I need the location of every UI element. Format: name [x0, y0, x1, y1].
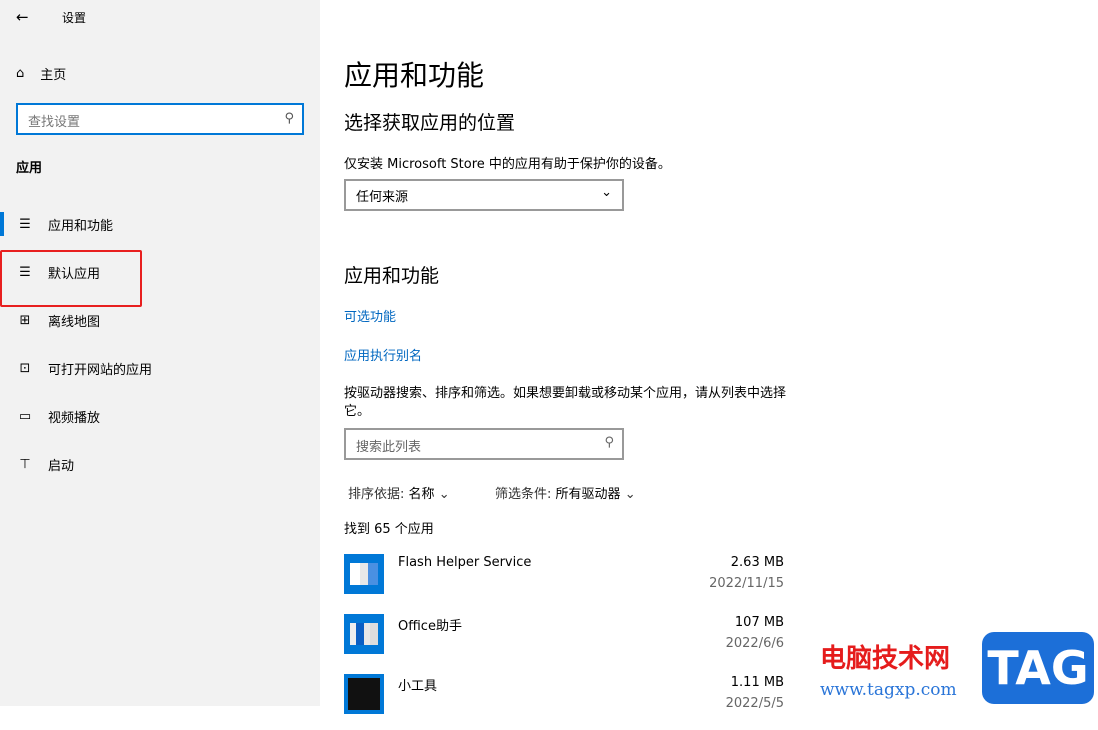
search-placeholder: 搜索此列表: [356, 440, 422, 455]
startup-icon: ⊤: [19, 456, 31, 472]
source-dropdown[interactable]: 任何来源 ⌄: [344, 179, 624, 211]
list-icon: ☰: [19, 216, 31, 232]
watermark-text: 电脑技术网: [820, 644, 951, 674]
optional-features-link[interactable]: 可选功能: [344, 306, 396, 325]
app-date: 2022/5/5: [725, 696, 784, 711]
app-name: Flash Helper Service: [398, 555, 532, 570]
sidebar-item-apps-for-websites[interactable]: ⊡ 可打开网站的应用: [0, 344, 320, 392]
apps-description: 按驱动器搜索、排序和筛选。如果想要卸载或移动某个应用，请从列表中选择它。: [344, 386, 787, 419]
sidebar-item-home[interactable]: ⌂ 主页: [16, 64, 66, 83]
watermark: 电脑技术网 www.tagxp.com TAG: [820, 632, 1098, 706]
app-size: 1.11 MB: [730, 675, 784, 690]
sidebar-item-startup[interactable]: ⊤ 启动: [0, 440, 320, 488]
sort-dropdown[interactable]: 排序依据: 名称 ⌄: [348, 483, 450, 502]
chevron-down-icon: ⌄: [438, 487, 450, 502]
nav-label: 启动: [48, 458, 75, 474]
home-icon: ⌂: [16, 66, 25, 81]
apps-heading: 应用和功能: [344, 265, 440, 287]
watermark-url: www.tagxp.com: [820, 680, 957, 700]
dropdown-value: 任何来源: [356, 190, 409, 205]
section-title: 应用: [16, 161, 43, 176]
video-icon: ▭: [18, 408, 32, 424]
nav-label: 离线地图: [48, 314, 101, 330]
filter-label: 筛选条件:: [495, 487, 552, 502]
sidebar: ← 设置 ⌂ 主页 查找设置 ⚲ 应用 ☰ 应用和功能 ☰ 默认应用 ⊞ 离线地图 ⊡ 可打…: [0, 0, 320, 706]
open-web-icon: ⊡: [19, 360, 31, 376]
sort-value: 名称: [408, 487, 435, 502]
nav-label: 可打开网站的应用: [48, 362, 153, 378]
app-list-item[interactable]: Flash Helper Service 2.63 MB 2022/11/15: [344, 554, 784, 610]
search-icon: ⚲: [284, 111, 294, 126]
app-list-item[interactable]: 小工具 1.11 MB 2022/5/5: [344, 674, 784, 730]
map-icon: ⊞: [19, 312, 31, 328]
app-size: 107 MB: [734, 615, 784, 630]
app-window-icon: [344, 614, 384, 654]
app-count: 找到 65 个应用: [344, 522, 434, 537]
sidebar-item-apps-features[interactable]: ☰ 应用和功能: [0, 200, 320, 248]
filter-value: 所有驱动器: [555, 487, 621, 502]
app-tool-icon: [344, 674, 384, 714]
chevron-down-icon: ⌄: [624, 487, 636, 502]
source-description: 仅安装 Microsoft Store 中的应用有助于保护你的设备。: [344, 157, 671, 172]
app-date: 2022/11/15: [709, 576, 784, 591]
back-button[interactable]: ←: [16, 8, 29, 26]
page-title: 应用和功能: [344, 59, 485, 92]
highlight-box: [0, 250, 142, 307]
app-search-input[interactable]: 搜索此列表 ⚲: [344, 428, 624, 460]
app-name: Office助手: [398, 619, 462, 634]
search-icon: ⚲: [604, 435, 614, 450]
filter-dropdown[interactable]: 筛选条件: 所有驱动器 ⌄: [495, 483, 636, 502]
nav-label: 应用和功能: [48, 218, 114, 234]
settings-search-input[interactable]: 查找设置 ⚲: [16, 103, 304, 135]
app-size: 2.63 MB: [730, 555, 784, 570]
source-heading: 选择获取应用的位置: [344, 112, 516, 134]
app-name: 小工具: [398, 679, 438, 694]
app-date: 2022/6/6: [725, 636, 784, 651]
app-alias-link[interactable]: 应用执行别名: [344, 345, 422, 364]
window-title: 设置: [62, 11, 87, 25]
app-window-icon: [344, 554, 384, 594]
home-label: 主页: [40, 68, 67, 83]
watermark-logo: TAG: [982, 632, 1094, 704]
app-list-item[interactable]: Office助手 107 MB 2022/6/6: [344, 614, 784, 670]
sidebar-item-video-playback[interactable]: ▭ 视频播放: [0, 392, 320, 440]
sort-label: 排序依据:: [348, 487, 405, 502]
chevron-down-icon: ⌄: [601, 185, 612, 200]
nav-label: 视频播放: [48, 410, 101, 426]
search-placeholder: 查找设置: [28, 115, 81, 130]
